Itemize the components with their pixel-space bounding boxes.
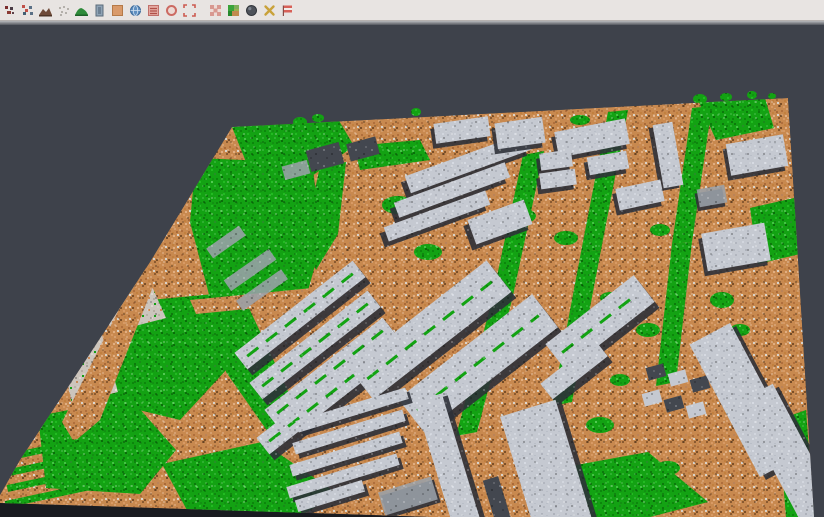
multi-points-icon[interactable] — [20, 3, 34, 17]
tree-canopy — [720, 93, 732, 101]
rect-select-icon[interactable] — [182, 3, 196, 17]
viewport-3d-pointcloud[interactable] — [0, 25, 824, 517]
orbit-view-icon[interactable] — [244, 3, 258, 17]
tree-canopy — [411, 108, 421, 116]
globe-view-icon[interactable] — [128, 3, 142, 17]
vegetation-class-icon[interactable] — [74, 3, 88, 17]
building-class-icon[interactable] — [92, 3, 106, 17]
tree-canopy — [747, 91, 757, 99]
classification-view-icon[interactable] — [226, 3, 240, 17]
sparse-points-icon[interactable] — [56, 3, 70, 17]
profile-measure-icon[interactable] — [146, 3, 160, 17]
tree-canopy — [768, 93, 776, 99]
grid-overlay-icon[interactable] — [208, 3, 222, 17]
circle-select-icon[interactable] — [164, 3, 178, 17]
pointcloud-canvas[interactable] — [0, 25, 824, 517]
terrain-icon[interactable] — [38, 3, 52, 17]
toolbar — [0, 0, 824, 21]
application-window — [0, 0, 824, 517]
cross-section-icon[interactable] — [262, 3, 276, 17]
tree-canopy — [312, 114, 324, 122]
flag-tool-icon[interactable] — [280, 3, 294, 17]
ground-class-icon[interactable] — [110, 3, 124, 17]
marker-points-icon[interactable] — [2, 3, 16, 17]
toolbar-separator — [198, 3, 206, 17]
